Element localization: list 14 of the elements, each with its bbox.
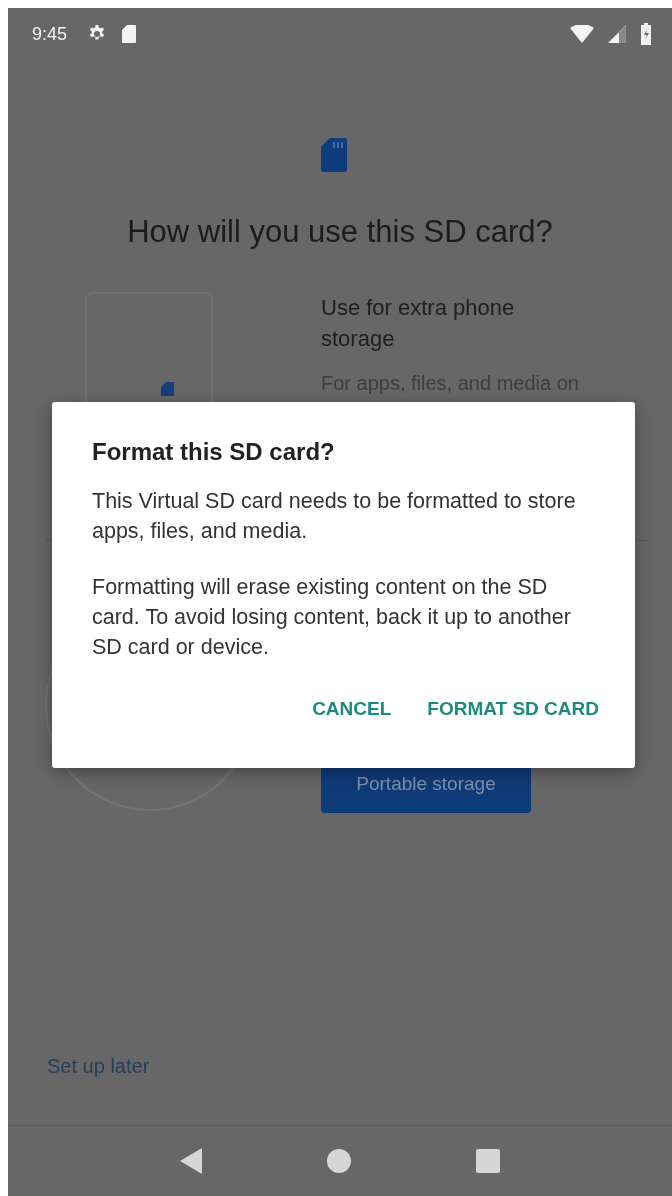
setup-title: How will you use this SD card?: [126, 214, 554, 250]
sd-card-icon: [121, 24, 138, 44]
battery-icon: [640, 23, 652, 45]
wifi-icon: [570, 25, 594, 43]
dialog-title: Format this SD card?: [92, 438, 336, 466]
dialog-message: This Virtual SD card needs to be formatted to store apps, files, and media.: [92, 488, 577, 545]
sd-card-icon: [161, 382, 175, 396]
signal-icon: [608, 25, 626, 43]
status-time: 9:45: [32, 23, 68, 45]
sd-card-icon: [321, 138, 347, 172]
dialog-button[interactable]: CANCEL: [304, 692, 400, 726]
dialog-button[interactable]: FORMAT SD CARD: [419, 692, 607, 726]
dialog-message: Formatting will erase existing content on the SD card. To avoid losing content, back it up to another SD card or device.: [92, 574, 572, 661]
option-heading: Use for extra phone storage: [321, 294, 516, 353]
